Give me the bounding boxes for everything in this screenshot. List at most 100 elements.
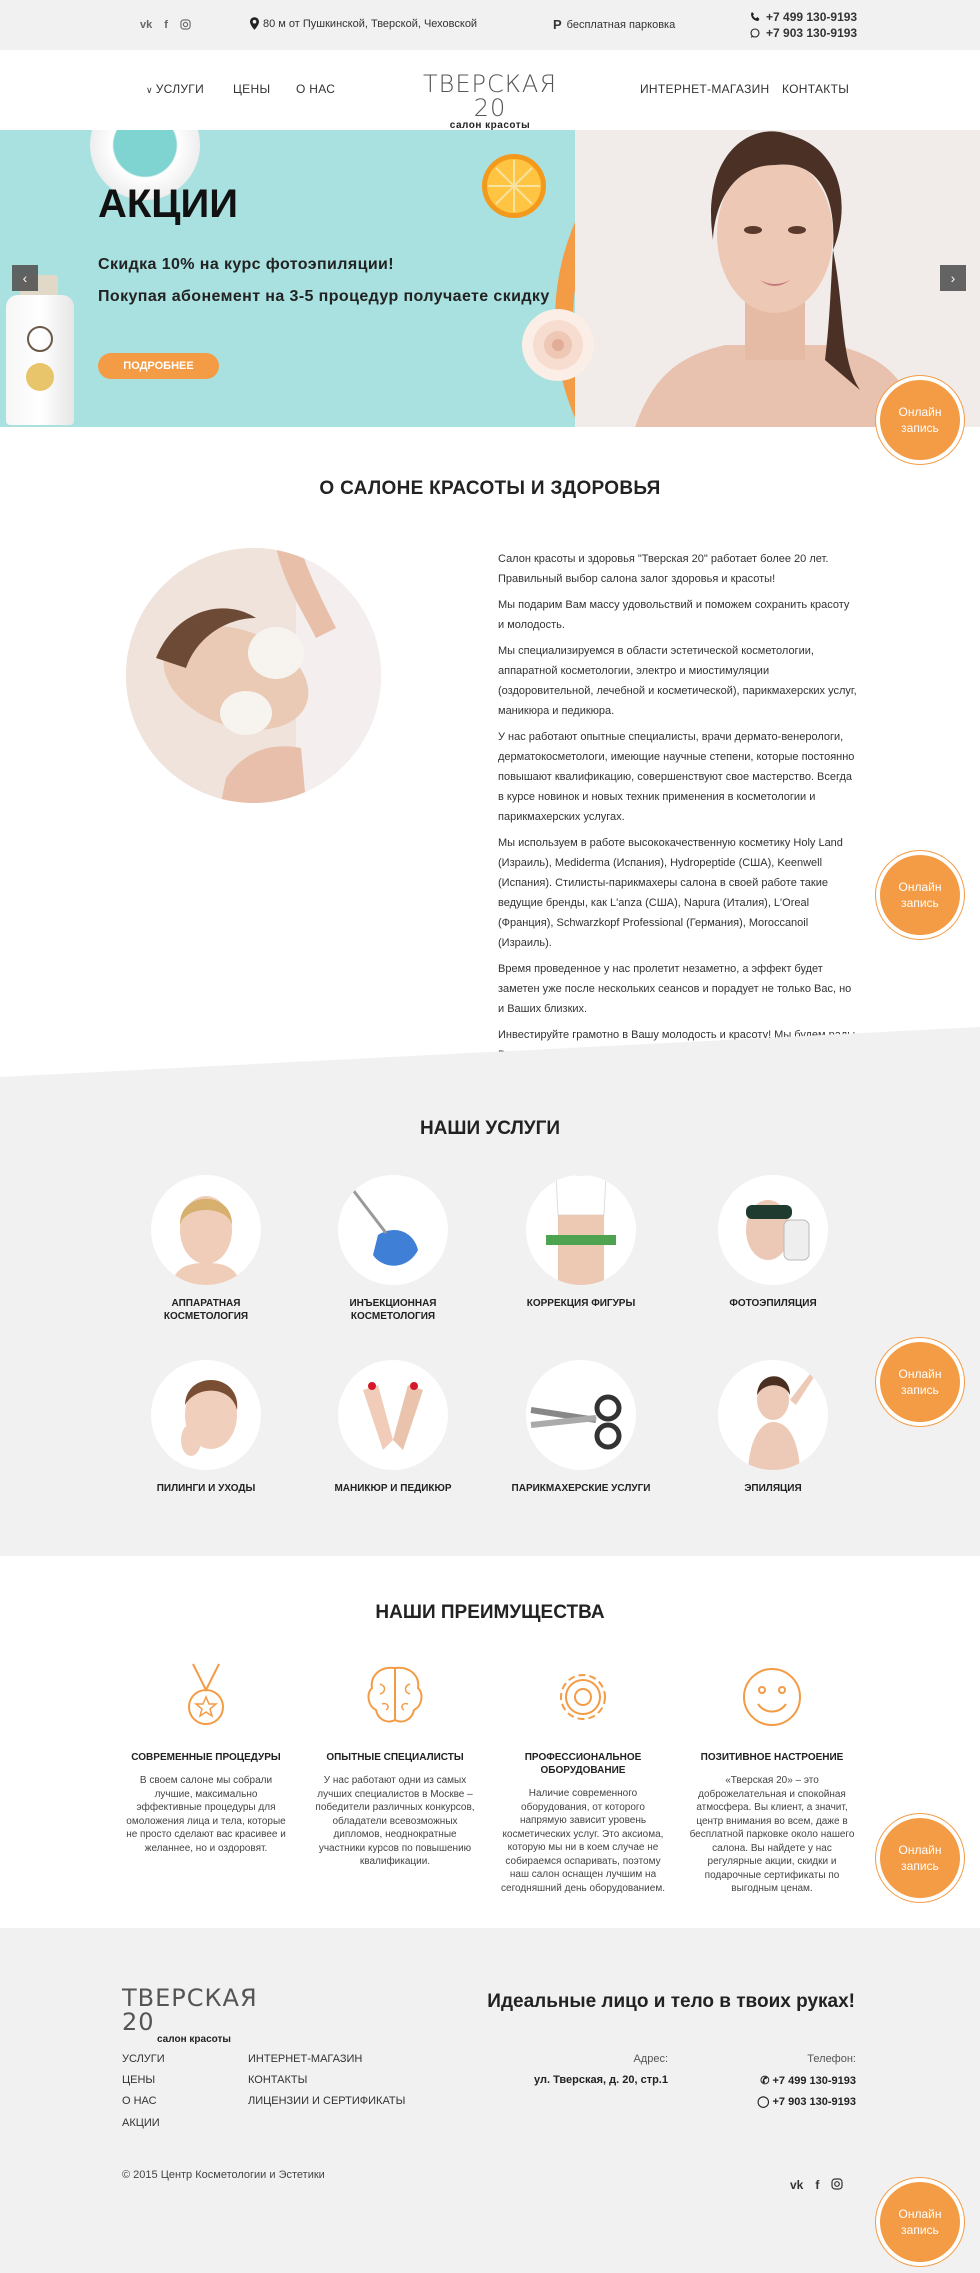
nav-services-label: Услуги	[155, 82, 205, 96]
vk-icon[interactable]: vk	[790, 2178, 803, 2193]
service-image	[338, 1175, 448, 1285]
phone-2[interactable]: +7 903 130-9193	[766, 25, 857, 41]
logo[interactable]: ТВЕРСКАЯ 20 салон красоты	[415, 72, 565, 131]
parking-text: бесплатная парковка	[566, 18, 676, 31]
top-parking: P бесплатная парковка	[553, 17, 675, 32]
address-label: Адрес:	[633, 2053, 668, 2065]
about-text: Салон красоты и здоровья "Тверская 20" р…	[498, 549, 858, 1071]
main-nav: ∨ Услуги Цены О нас ТВЕРСКАЯ 20 салон кр…	[0, 50, 980, 131]
top-phones: +7 499 130-9193 +7 903 130-9193	[750, 9, 857, 41]
nav-prices[interactable]: Цены	[233, 82, 270, 96]
whatsapp-icon	[750, 28, 760, 38]
advantage-item: Опытные специалисты У нас работают одни …	[310, 1662, 480, 1869]
slider-next-button[interactable]: ›	[940, 265, 966, 291]
service-image	[718, 1360, 828, 1470]
phone-1[interactable]: +7 499 130-9193	[766, 9, 857, 25]
footer: ТВЕРСКАЯ 20 салон красоты Идеальные лицо…	[0, 1928, 980, 2273]
advantage-text: В своем салоне мы собрали лучшие, максим…	[126, 1775, 286, 1854]
service-image	[526, 1360, 636, 1470]
footer-link-promos[interactable]: Акции	[122, 2117, 160, 2129]
footer-phone-2[interactable]: ◯ +7 903 130-9193	[740, 2095, 856, 2108]
footer-phone-2-text: +7 903 130-9193	[772, 2096, 857, 2108]
service-label: Фотоэпиляция	[729, 1298, 817, 1309]
service-card[interactable]: Фотоэпиляция	[698, 1175, 848, 1310]
service-image	[718, 1175, 828, 1285]
footer-address: ул. Тверская, д. 20, стр.1	[534, 2074, 668, 2086]
footer-link-shop[interactable]: Интернет-магазин	[248, 2053, 362, 2065]
about-paragraph: У нас работают опытные специалисты, врач…	[498, 731, 855, 823]
phone-icon	[751, 12, 760, 21]
service-image	[151, 1360, 261, 1470]
rose-image	[522, 309, 594, 381]
copyright: © 2015 Центр Косметологии и Эстетики	[122, 2169, 325, 2181]
nav-shop[interactable]: Интернет-магазин	[640, 82, 770, 96]
online-booking-button[interactable]: Онлайн запись	[880, 1818, 960, 1898]
vk-icon[interactable]: vk	[140, 19, 152, 33]
services-title: НАШИ УСЛУГИ	[419, 1118, 561, 1139]
footer-link-licenses[interactable]: Лицензии и сертификаты	[248, 2095, 405, 2107]
address-text: 80 м от Пушкинской, Тверской, Чеховской	[263, 17, 478, 30]
chevron-down-icon: ∨	[146, 85, 156, 95]
brain-icon	[367, 1666, 423, 1723]
service-card[interactable]: Пилинги и уходы	[131, 1360, 281, 1495]
top-socials: vk f	[140, 19, 191, 33]
hero-slider: АКЦИИ Скидка 10% на курс фотоэпиляции! П…	[0, 130, 980, 427]
instagram-icon[interactable]	[180, 19, 191, 33]
advantage-text: У нас работают одни из самых лучших спец…	[315, 1775, 475, 1867]
service-label: Эпиляция	[744, 1483, 802, 1494]
footer-link-prices[interactable]: Цены	[122, 2074, 155, 2086]
hero-line-1: Скидка 10% на курс фотоэпиляции!	[98, 256, 395, 273]
footer-slogan: Идеальные лицо и тело в твоих руках!	[487, 1991, 855, 2012]
service-card[interactable]: Коррекция фигуры	[506, 1175, 656, 1310]
facebook-icon[interactable]: f	[815, 2178, 819, 2193]
service-card[interactable]: Парикмахерские услуги	[506, 1360, 656, 1495]
footer-link-services[interactable]: Услуги	[122, 2053, 165, 2065]
footer-phone-1-text: +7 499 130-9193	[772, 2075, 857, 2087]
hero-line-2: Покупая абонемент на 3-5 процедур получа…	[98, 288, 550, 305]
footer-logo[interactable]: ТВЕРСКАЯ 20 салон красоты	[122, 1986, 272, 2045]
footer-phone-1[interactable]: ✆ +7 499 130-9193	[740, 2074, 856, 2087]
service-label: Коррекция фигуры	[526, 1298, 636, 1309]
online-booking-button[interactable]: Онлайн запись	[880, 2182, 960, 2262]
about-paragraph: Мы подарим Вам массу удовольствий и помо…	[498, 599, 850, 631]
about-title: О САЛОНЕ КРАСОТЫ И ЗДОРОВЬЯ	[319, 478, 661, 499]
nav-contacts[interactable]: Контакты	[782, 82, 849, 96]
advantage-title: Позитивное настроение	[700, 1752, 844, 1763]
nav-services[interactable]: ∨ Услуги	[146, 82, 204, 96]
facebook-icon[interactable]: f	[164, 19, 168, 33]
service-label: Аппаратная косметология	[163, 1298, 249, 1322]
service-card[interactable]: Маникюр и педикюр	[318, 1360, 468, 1495]
online-booking-button[interactable]: Онлайн запись	[880, 855, 960, 935]
footer-socials: vk f	[790, 2178, 843, 2193]
advantage-title: Профессиональное оборудование	[524, 1752, 642, 1776]
hero-more-button[interactable]: Подробнее	[98, 353, 219, 379]
location-pin-icon	[250, 17, 259, 30]
gear-icon	[560, 1674, 606, 1720]
slider-prev-button[interactable]: ‹	[12, 265, 38, 291]
logo-title: ТВЕРСКАЯ 20	[422, 70, 558, 122]
hero-title: АКЦИИ	[98, 182, 239, 226]
service-image	[526, 1175, 636, 1285]
about-paragraph: Салон красоты и здоровья "Тверская 20" р…	[498, 553, 829, 585]
service-image	[338, 1360, 448, 1470]
section-divider	[0, 1027, 980, 1077]
service-label: Инъекционная косметология	[349, 1298, 437, 1322]
advantage-title: Опытные специалисты	[326, 1752, 464, 1763]
service-card[interactable]: Инъекционная косметология	[318, 1175, 468, 1323]
about-section: О САЛОНЕ КРАСОТЫ И ЗДОРОВЬЯ Салон красот…	[0, 427, 980, 1077]
online-booking-button[interactable]: Онлайн запись	[880, 380, 960, 460]
footer-link-about[interactable]: О нас	[122, 2095, 157, 2107]
nav-about[interactable]: О нас	[296, 82, 335, 96]
online-booking-button[interactable]: Онлайн запись	[880, 1342, 960, 1422]
service-card[interactable]: Аппаратная косметология	[131, 1175, 281, 1323]
footer-link-contacts[interactable]: Контакты	[248, 2074, 307, 2086]
parking-icon: P	[553, 17, 562, 32]
top-bar: vk f 80 м от Пушкинской, Тверской, Чехов…	[0, 0, 980, 50]
advantage-item: Профессиональное оборудование Наличие со…	[498, 1662, 668, 1895]
phone-icon: ✆	[760, 2075, 773, 2087]
instagram-icon[interactable]	[831, 2178, 843, 2193]
about-facial-photo	[126, 548, 381, 803]
service-card[interactable]: Эпиляция	[698, 1360, 848, 1495]
medal-icon	[188, 1663, 224, 1725]
advantage-item: Современные процедуры В своем салоне мы …	[121, 1662, 291, 1855]
